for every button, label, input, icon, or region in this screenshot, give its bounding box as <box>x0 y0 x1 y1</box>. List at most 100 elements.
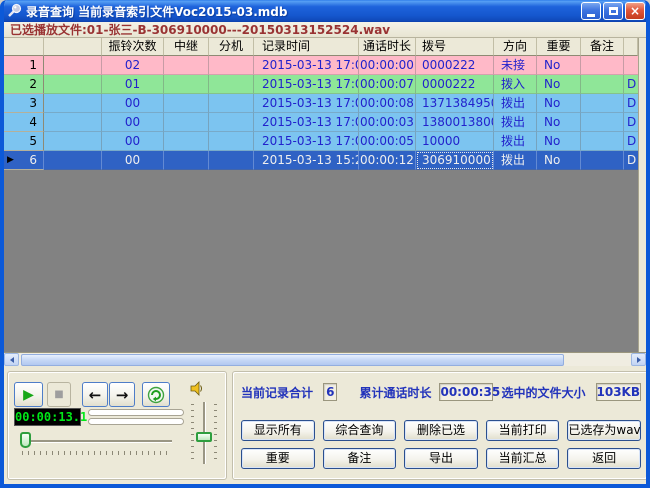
cell-dial-number[interactable]: 13713849508 <box>416 94 494 113</box>
cell-important[interactable]: No <box>537 75 581 94</box>
cell-blank[interactable] <box>44 75 102 94</box>
cell-direction[interactable]: 拨入 <box>494 75 537 94</box>
header-note[interactable]: 备注 <box>581 38 624 56</box>
row-number[interactable]: 1 <box>4 56 44 75</box>
table-row[interactable]: 4 00 2015-03-13 17:03:48 00:00:03 138001… <box>4 113 638 132</box>
header-file-clipped[interactable] <box>624 38 638 56</box>
maximize-button[interactable] <box>603 2 623 20</box>
row-number[interactable]: 5 <box>4 132 44 151</box>
cell-ring-count[interactable]: 01 <box>102 75 164 94</box>
cell-important[interactable]: No <box>537 113 581 132</box>
header-direction[interactable]: 方向 <box>494 38 537 56</box>
cell-blank[interactable] <box>44 132 102 151</box>
cell-note[interactable] <box>581 151 624 170</box>
volume-slider-thumb[interactable] <box>196 432 212 442</box>
row-number[interactable]: ▶6 <box>4 151 44 170</box>
cell-duration[interactable]: 00:00:07 <box>359 75 416 94</box>
header-trunk[interactable]: 中继 <box>164 38 209 56</box>
cell-file-clipped[interactable]: D <box>624 94 638 113</box>
row-number[interactable]: 4 <box>4 113 44 132</box>
cell-trunk[interactable] <box>164 94 209 113</box>
print-current-button[interactable]: 当前打印 <box>486 420 560 441</box>
cell-extension[interactable] <box>209 94 254 113</box>
cell-important[interactable]: No <box>537 151 581 170</box>
cell-dial-number[interactable]: 13800138000 <box>416 113 494 132</box>
cell-record-time[interactable]: 2015-03-13 17:03:48 <box>254 113 359 132</box>
delete-selected-button[interactable]: 删除已选 <box>404 420 478 441</box>
cell-ring-count[interactable]: 00 <box>102 113 164 132</box>
cell-note[interactable] <box>581 132 624 151</box>
scroll-right-button[interactable] <box>631 353 646 366</box>
cell-file-clipped[interactable]: D <box>624 75 638 94</box>
previous-button[interactable]: ← <box>82 382 108 407</box>
cell-ring-count[interactable]: 00 <box>102 151 164 170</box>
loop-button[interactable] <box>142 382 170 407</box>
scrollbar-thumb[interactable] <box>21 354 564 366</box>
cell-extension[interactable] <box>209 75 254 94</box>
save-selected-as-wav-button[interactable]: 已选存为wav <box>567 420 641 441</box>
corner-header-cell[interactable] <box>4 38 44 56</box>
cell-ring-count[interactable]: 02 <box>102 56 164 75</box>
cell-file-clipped[interactable] <box>624 56 638 75</box>
combined-query-button[interactable]: 综合查询 <box>323 420 397 441</box>
cell-blank[interactable] <box>44 56 102 75</box>
header-ring-count[interactable]: 振铃次数 <box>102 38 164 56</box>
cell-blank[interactable] <box>44 94 102 113</box>
cell-trunk[interactable] <box>164 113 209 132</box>
cell-blank[interactable] <box>44 113 102 132</box>
cell-record-time[interactable]: 2015-03-13 17:05:09 <box>254 56 359 75</box>
row-number[interactable]: 2 <box>4 75 44 94</box>
table-row-selected[interactable]: ▶6 00 2015-03-13 15:25:24 00:00:12 30691… <box>4 151 638 170</box>
next-button[interactable]: → <box>109 382 135 407</box>
cell-trunk[interactable] <box>164 56 209 75</box>
cell-direction[interactable]: 拨出 <box>494 113 537 132</box>
cell-file-clipped[interactable]: D <box>624 151 638 170</box>
play-button[interactable]: ▶ <box>14 382 43 407</box>
cell-extension[interactable] <box>209 132 254 151</box>
header-important[interactable]: 重要 <box>537 38 581 56</box>
minimize-button[interactable] <box>581 2 601 20</box>
seek-slider-thumb[interactable] <box>20 432 31 448</box>
cell-ring-count[interactable]: 00 <box>102 132 164 151</box>
note-button[interactable]: 备注 <box>323 448 397 469</box>
cell-duration[interactable]: 00:00:05 <box>359 132 416 151</box>
cell-trunk[interactable] <box>164 75 209 94</box>
export-button[interactable]: 导出 <box>404 448 478 469</box>
important-button[interactable]: 重要 <box>241 448 315 469</box>
cell-important[interactable]: No <box>537 132 581 151</box>
cell-note[interactable] <box>581 113 624 132</box>
cell-file-clipped[interactable]: D <box>624 113 638 132</box>
cell-extension[interactable] <box>209 151 254 170</box>
header-blank[interactable] <box>44 38 102 56</box>
cell-trunk[interactable] <box>164 132 209 151</box>
cell-dial-number-focused[interactable]: 306910000 <box>416 151 494 170</box>
cell-note[interactable] <box>581 56 624 75</box>
cell-dial-number[interactable]: 0000222 <box>416 75 494 94</box>
cell-direction[interactable]: 未接 <box>494 56 537 75</box>
cell-file-clipped[interactable]: D <box>624 132 638 151</box>
cell-record-time[interactable]: 2015-03-13 17:03:55 <box>254 94 359 113</box>
header-record-time[interactable]: 记录时间 <box>254 38 359 56</box>
cell-trunk[interactable] <box>164 151 209 170</box>
cell-dial-number[interactable]: 0000222 <box>416 56 494 75</box>
cell-direction[interactable]: 拨出 <box>494 132 537 151</box>
row-number[interactable]: 3 <box>4 94 44 113</box>
cell-important[interactable]: No <box>537 56 581 75</box>
cell-direction[interactable]: 拨出 <box>494 94 537 113</box>
cell-extension[interactable] <box>209 113 254 132</box>
cell-duration[interactable]: 00:00:12 <box>359 151 416 170</box>
scroll-left-button[interactable] <box>4 353 19 366</box>
cell-duration[interactable]: 00:00:08 <box>359 94 416 113</box>
show-all-button[interactable]: 显示所有 <box>241 420 315 441</box>
cell-note[interactable] <box>581 75 624 94</box>
cell-duration[interactable]: 00:00:00 <box>359 56 416 75</box>
cell-record-time[interactable]: 2015-03-13 15:25:24 <box>254 151 359 170</box>
table-row[interactable]: 3 00 2015-03-13 17:03:55 00:00:08 137138… <box>4 94 638 113</box>
stop-button[interactable]: ■ <box>47 382 71 407</box>
cell-record-time[interactable]: 2015-03-13 17:03:40 <box>254 132 359 151</box>
header-extension[interactable]: 分机 <box>209 38 254 56</box>
table-row[interactable]: 1 02 2015-03-13 17:05:09 00:00:00 000022… <box>4 56 638 75</box>
close-button[interactable]: × <box>625 2 645 20</box>
cell-extension[interactable] <box>209 56 254 75</box>
return-button[interactable]: 返回 <box>567 448 641 469</box>
